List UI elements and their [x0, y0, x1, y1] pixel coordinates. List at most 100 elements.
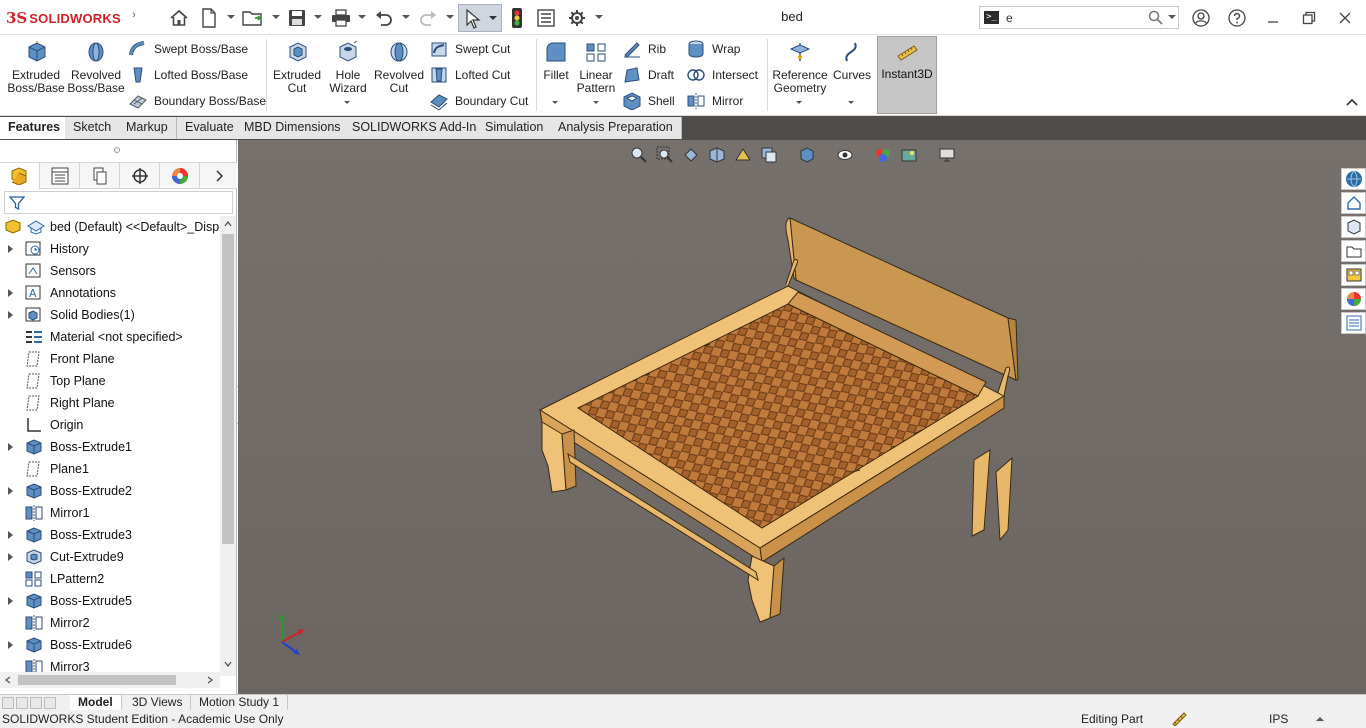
extruded-boss-button[interactable]: Extruded Boss/Base	[6, 37, 66, 95]
redo-dropdown-icon[interactable]	[446, 12, 454, 22]
rib-button[interactable]: Rib	[622, 39, 666, 59]
unit-system[interactable]: IPS	[1269, 712, 1288, 726]
minimize-icon[interactable]	[1263, 8, 1283, 28]
swept-boss-button[interactable]: Swept Boss/Base	[128, 39, 248, 59]
revolved-cut-button[interactable]: Revolved Cut	[372, 41, 426, 95]
tab-mbd-dimensions[interactable]: MBD Dimensions	[236, 117, 350, 139]
scroll-up-icon[interactable]	[224, 220, 232, 228]
display-style-icon[interactable]	[796, 145, 818, 165]
tree-item-origin[interactable]: Origin	[0, 414, 220, 436]
redo-icon[interactable]	[417, 6, 439, 30]
scrollbar-thumb[interactable]	[222, 234, 234, 544]
design-library-icon[interactable]	[1341, 216, 1366, 238]
expand-arrow-icon[interactable]	[8, 641, 13, 649]
hole-wizard-dropdown-icon[interactable]	[344, 101, 352, 107]
options-dropdown-icon[interactable]	[595, 12, 603, 22]
user-account-icon[interactable]	[1191, 8, 1211, 28]
custom-properties-icon[interactable]	[1341, 312, 1366, 334]
shell-button[interactable]: Shell	[622, 91, 675, 111]
graphics-area[interactable]	[238, 140, 1366, 694]
search-dropdown-icon[interactable]	[1168, 15, 1176, 19]
scroll-down-icon[interactable]	[224, 660, 232, 668]
instant3d-button[interactable]: Instant3D	[877, 36, 937, 114]
restore-icon[interactable]	[1299, 8, 1319, 28]
tree-item-boss-extrude1[interactable]: Boss-Extrude1	[0, 436, 220, 458]
expand-arrow-icon[interactable]	[8, 531, 13, 539]
tree-item-cut-extrude9[interactable]: Cut-Extrude9	[0, 546, 220, 568]
file-explorer-icon[interactable]	[1341, 240, 1366, 262]
tab-solidworks-add-ins[interactable]: SOLIDWORKS Add-Ins	[344, 117, 492, 139]
view-palette-icon[interactable]	[1341, 264, 1366, 286]
axis-triad-icon[interactable]	[274, 610, 310, 656]
tab-evaluate[interactable]: Evaluate	[177, 117, 243, 139]
select-button[interactable]	[458, 4, 502, 32]
home-icon[interactable]	[167, 6, 191, 30]
dynamic-annotation-views-icon[interactable]	[732, 145, 754, 165]
scrollbar-thumb[interactable]	[18, 675, 176, 685]
solidworks-resources-icon[interactable]	[1341, 168, 1366, 190]
linear-pattern-dropdown-icon[interactable]	[593, 101, 601, 107]
expand-arrow-icon[interactable]	[8, 487, 13, 495]
tree-item-lpattern2[interactable]: LPattern2	[0, 568, 220, 590]
tree-item-material-not-specified[interactable]: Material <not specified>	[0, 326, 220, 348]
tree-filter-input[interactable]	[4, 191, 233, 214]
rebuild-status-icon[interactable]	[1171, 711, 1187, 726]
swept-cut-button[interactable]: Swept Cut	[429, 39, 510, 59]
open-dropdown-icon[interactable]	[272, 12, 280, 22]
rebuild-icon[interactable]	[507, 6, 527, 30]
expand-arrow-icon[interactable]	[8, 245, 13, 253]
curves-dropdown-icon[interactable]	[848, 101, 856, 107]
tree-item-boss-extrude6[interactable]: Boss-Extrude6	[0, 634, 220, 656]
close-icon[interactable]	[1335, 8, 1355, 28]
dimxpertmanager-tab[interactable]	[120, 163, 160, 189]
tree-vertical-scrollbar[interactable]	[220, 216, 236, 676]
expand-arrow-icon[interactable]	[8, 311, 13, 319]
tree-root-part[interactable]: bed (Default) <<Default>_Displa	[0, 216, 220, 238]
hole-wizard-button[interactable]: Hole Wizard	[324, 39, 372, 95]
options-icon[interactable]	[566, 6, 588, 30]
wrap-button[interactable]: Wrap	[686, 39, 740, 59]
search-icon[interactable]	[1148, 10, 1163, 25]
save-dropdown-icon[interactable]	[314, 12, 322, 22]
expand-arrow-icon[interactable]	[8, 443, 13, 451]
configurationmanager-tab[interactable]	[80, 163, 120, 189]
tree-item-mirror2[interactable]: Mirror2	[0, 612, 220, 634]
tree-item-boss-extrude2[interactable]: Boss-Extrude2	[0, 480, 220, 502]
more-tabs-button[interactable]	[200, 163, 237, 189]
bottom-tab-model[interactable]: Model	[70, 695, 122, 710]
appearances-scenes-icon[interactable]	[1341, 288, 1366, 310]
new-document-icon[interactable]	[198, 6, 220, 30]
tree-horizontal-scrollbar[interactable]	[0, 672, 220, 688]
print-dropdown-icon[interactable]	[358, 12, 366, 22]
bed-3d-model[interactable]	[538, 210, 1038, 630]
edit-appearance-icon[interactable]	[872, 145, 894, 165]
undo-dropdown-icon[interactable]	[402, 12, 410, 22]
tree-item-boss-extrude5[interactable]: Boss-Extrude5	[0, 590, 220, 612]
intersect-button[interactable]: Intersect	[686, 65, 758, 85]
tree-item-right-plane[interactable]: Right Plane	[0, 392, 220, 414]
propertymanager-tab[interactable]	[40, 163, 80, 189]
linear-pattern-button[interactable]: Linear Pattern	[575, 41, 617, 95]
scroll-right-icon[interactable]	[206, 676, 214, 684]
save-icon[interactable]	[286, 6, 308, 30]
previous-view-icon[interactable]	[680, 145, 702, 165]
featuremanager-tree-tab[interactable]	[0, 163, 40, 189]
last-tab-icon[interactable]	[44, 697, 56, 709]
collapse-ribbon-icon[interactable]	[1345, 95, 1359, 109]
apply-scene-icon[interactable]	[898, 145, 920, 165]
lofted-cut-button[interactable]: Lofted Cut	[429, 65, 510, 85]
tree-item-history[interactable]: History	[0, 238, 220, 260]
fillet-dropdown-icon[interactable]	[552, 101, 560, 107]
boundary-boss-button[interactable]: Boundary Boss/Base	[128, 91, 266, 111]
fillet-button[interactable]: Fillet	[539, 41, 573, 82]
select-dropdown-icon[interactable]	[489, 16, 497, 20]
tab-analysis-preparation[interactable]: Analysis Preparation	[550, 117, 682, 139]
lofted-boss-button[interactable]: Lofted Boss/Base	[128, 65, 248, 85]
tree-item-boss-extrude3[interactable]: Boss-Extrude3	[0, 524, 220, 546]
print-icon[interactable]	[329, 6, 353, 30]
tab-markup[interactable]: Markup	[118, 117, 177, 139]
tree-item-plane1[interactable]: Plane1	[0, 458, 220, 480]
tab-features[interactable]: Features	[0, 117, 70, 139]
tree-item-solid-bodies-1[interactable]: Solid Bodies(1)	[0, 304, 220, 326]
reference-geometry-dropdown-icon[interactable]	[796, 101, 804, 107]
